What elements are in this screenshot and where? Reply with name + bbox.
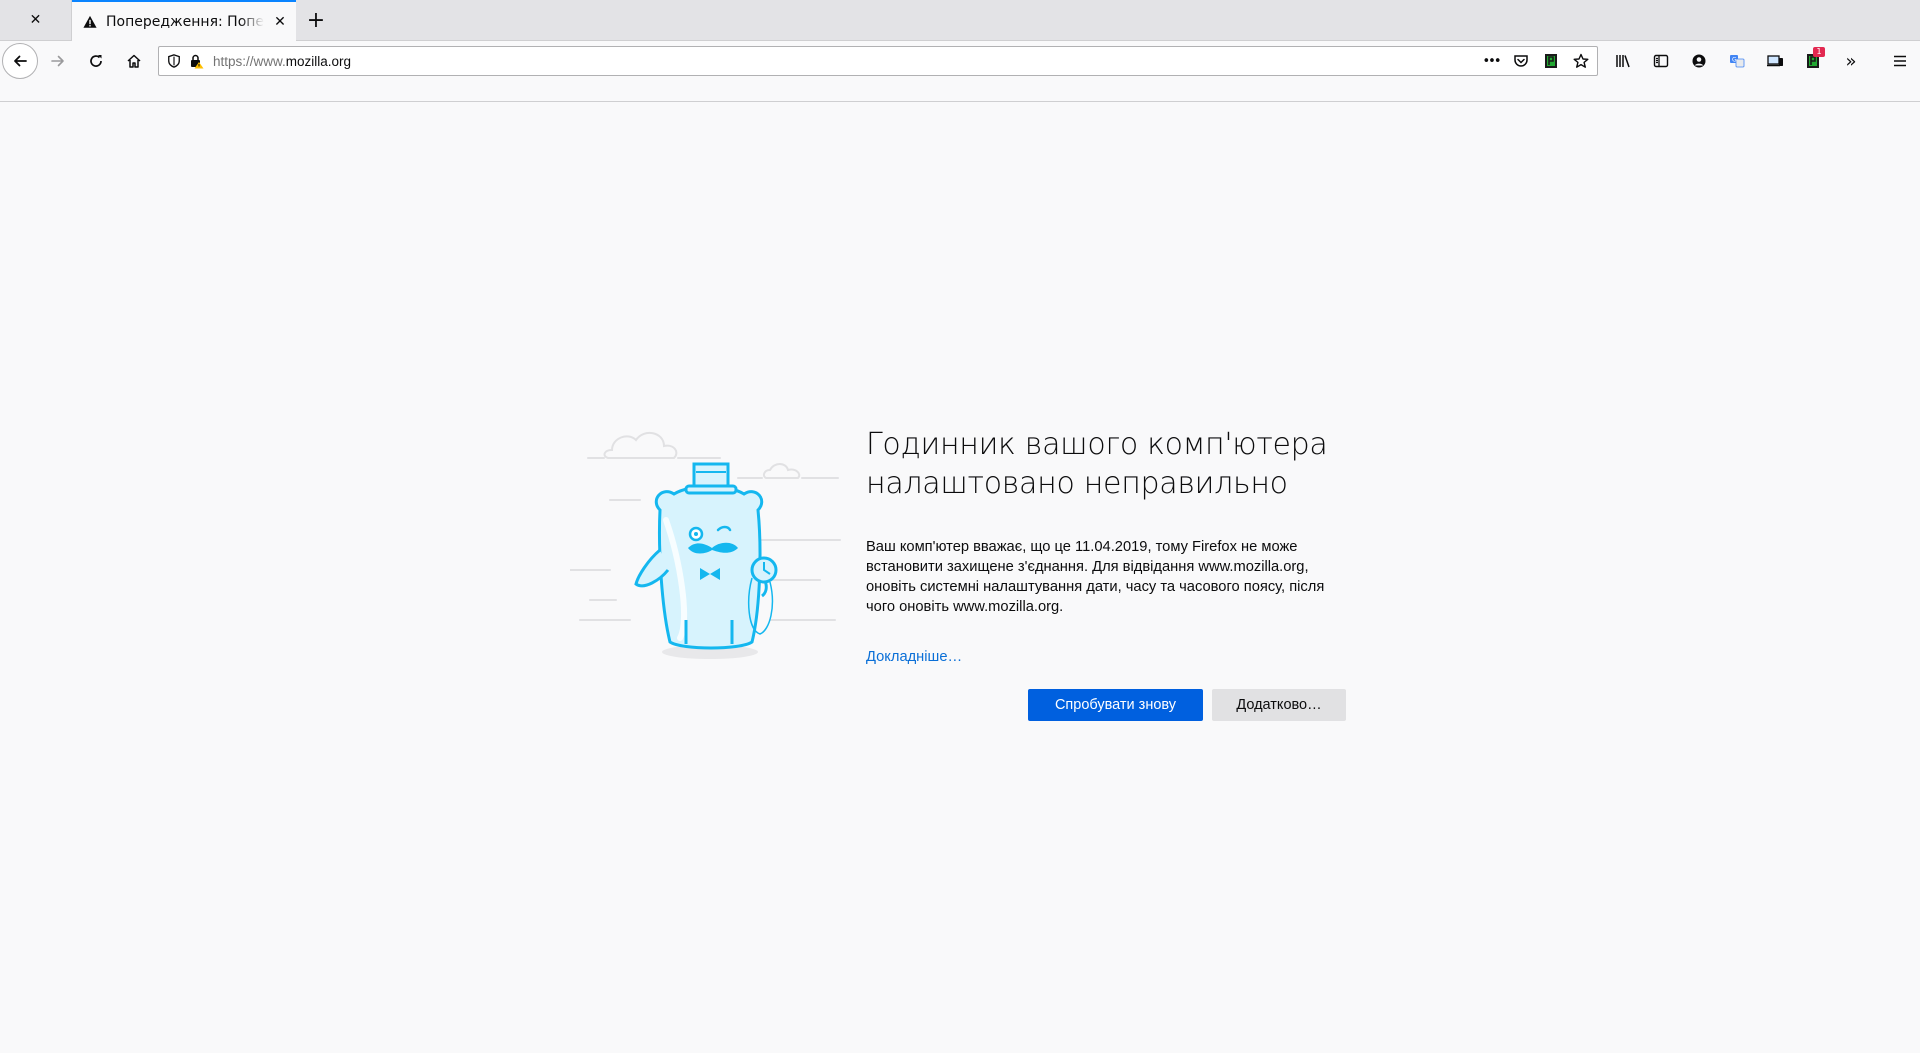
extension-badge: 1 bbox=[1813, 47, 1825, 57]
page-action-icons: ••• bbox=[1479, 50, 1593, 72]
toolbar-right: G 1 » bbox=[1604, 45, 1870, 77]
error-buttons: Спробувати знову Додатково… bbox=[1028, 689, 1346, 721]
try-again-button[interactable]: Спробувати знову bbox=[1028, 689, 1203, 721]
tab-active[interactable]: Попередження: Попередження: можлива загр… bbox=[72, 0, 296, 41]
tab-title: Попередження: Попередження: можлива загр… bbox=[106, 13, 264, 30]
clock-error-illustration bbox=[569, 420, 850, 670]
pocket-icon[interactable] bbox=[1509, 50, 1533, 72]
browser-chrome: ✕ Попередження: Попередження: можлива за… bbox=[0, 0, 1920, 102]
menu-button[interactable] bbox=[1884, 45, 1916, 77]
svg-text:G: G bbox=[1732, 57, 1737, 64]
hamburger-menu-icon bbox=[1894, 55, 1906, 67]
error-container: Годинник вашого комп'ютера налаштовано н… bbox=[866, 425, 1346, 721]
extension-badge-icon[interactable]: 1 bbox=[1794, 45, 1832, 77]
url-domain: mozilla.org bbox=[285, 53, 352, 69]
forward-button[interactable] bbox=[42, 45, 74, 77]
home-icon bbox=[127, 54, 141, 68]
library-icon[interactable] bbox=[1604, 45, 1642, 77]
page-actions-icon[interactable]: ••• bbox=[1479, 50, 1503, 72]
back-button[interactable] bbox=[2, 43, 38, 79]
account-icon[interactable] bbox=[1680, 45, 1718, 77]
translate-icon[interactable]: G bbox=[1718, 45, 1756, 77]
home-button[interactable] bbox=[118, 45, 150, 77]
error-title: Годинник вашого комп'ютера налаштовано н… bbox=[866, 427, 1328, 501]
forward-arrow-icon bbox=[51, 55, 64, 67]
devices-icon[interactable] bbox=[1756, 45, 1794, 77]
new-tab-button[interactable]: + bbox=[302, 6, 330, 34]
warning-icon bbox=[82, 14, 98, 30]
url-text[interactable]: https://www.mozilla.org bbox=[213, 54, 351, 69]
error-description: Ваш комп'ютер вважає, що це 11.04.2019, … bbox=[866, 539, 1325, 615]
url-bar[interactable]: https://www.mozilla.org ••• bbox=[158, 46, 1598, 76]
close-window-icon[interactable]: ✕ bbox=[0, 0, 72, 40]
bookmark-star-icon[interactable] bbox=[1569, 50, 1593, 72]
extension-p-icon[interactable] bbox=[1539, 50, 1563, 72]
monster-icon bbox=[634, 462, 778, 659]
nav-bar: https://www.mozilla.org ••• G 1 » bbox=[0, 41, 1920, 81]
back-arrow-icon bbox=[14, 55, 27, 67]
sidebar-icon[interactable] bbox=[1642, 45, 1680, 77]
learn-more-link[interactable]: Докладніше… bbox=[866, 649, 962, 665]
reload-button[interactable] bbox=[80, 45, 112, 77]
tracking-shield-icon[interactable] bbox=[165, 52, 183, 70]
tab-bar: ✕ Попередження: Попередження: можлива за… bbox=[0, 0, 1920, 41]
reload-icon bbox=[90, 55, 102, 67]
tab-close-icon[interactable]: ✕ bbox=[270, 12, 290, 32]
insecure-lock-icon[interactable] bbox=[187, 52, 205, 70]
overflow-chevron-icon[interactable]: » bbox=[1832, 45, 1870, 77]
advanced-button[interactable]: Додатково… bbox=[1212, 689, 1346, 721]
url-prefix: https://www. bbox=[213, 53, 286, 69]
close-icon[interactable]: ✕ bbox=[30, 12, 42, 28]
